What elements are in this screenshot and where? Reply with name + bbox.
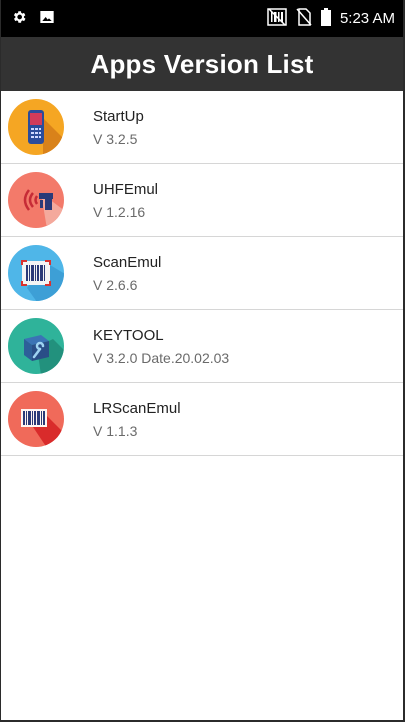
uhf-icon bbox=[7, 171, 65, 229]
battery-icon bbox=[320, 7, 331, 30]
startup-icon bbox=[7, 98, 65, 156]
list-item-startup[interactable]: StartUp V 3.2.5 bbox=[1, 91, 403, 164]
app-bar: Apps Version List bbox=[1, 37, 403, 91]
no-sim-icon bbox=[296, 7, 312, 30]
list-item-keytool[interactable]: KEYTOOL V 3.2.0 Date.20.02.03 bbox=[1, 310, 403, 383]
screen: 5:23 AM Apps Version List StartUp V 3.2.… bbox=[0, 0, 405, 722]
gear-icon bbox=[11, 9, 27, 29]
app-name: LRScanEmul bbox=[93, 399, 181, 417]
scan-icon bbox=[7, 244, 65, 302]
app-version: V 2.6.6 bbox=[93, 276, 138, 293]
app-version: V 1.2.16 bbox=[93, 203, 146, 220]
app-version: V 3.2.5 bbox=[93, 130, 138, 147]
app-name: KEYTOOL bbox=[93, 326, 164, 344]
app-version: V 3.2.0 Date.20.02.03 bbox=[93, 349, 230, 366]
lrscan-icon bbox=[7, 390, 65, 448]
list-item-lrscanemul[interactable]: LRScanEmul V 1.1.3 bbox=[1, 383, 403, 456]
clock: 5:23 AM bbox=[339, 10, 395, 27]
app-name: UHFEmul bbox=[93, 180, 159, 198]
nfc-barcode-icon bbox=[267, 7, 287, 30]
list-item-uhfemul[interactable]: UHFEmul V 1.2.16 bbox=[1, 164, 403, 237]
app-name: StartUp bbox=[93, 107, 144, 125]
keytool-icon bbox=[7, 317, 65, 375]
app-version: V 1.1.3 bbox=[93, 422, 138, 439]
image-icon bbox=[39, 9, 55, 29]
list-item-scanemul[interactable]: ScanEmul V 2.6.6 bbox=[1, 237, 403, 310]
apps-list: StartUp V 3.2.5 UHFEmul V 1.2.16 ScanEmu… bbox=[1, 91, 403, 456]
page-title: Apps Version List bbox=[90, 48, 314, 79]
status-bar: 5:23 AM bbox=[1, 0, 403, 37]
app-name: ScanEmul bbox=[93, 253, 162, 271]
